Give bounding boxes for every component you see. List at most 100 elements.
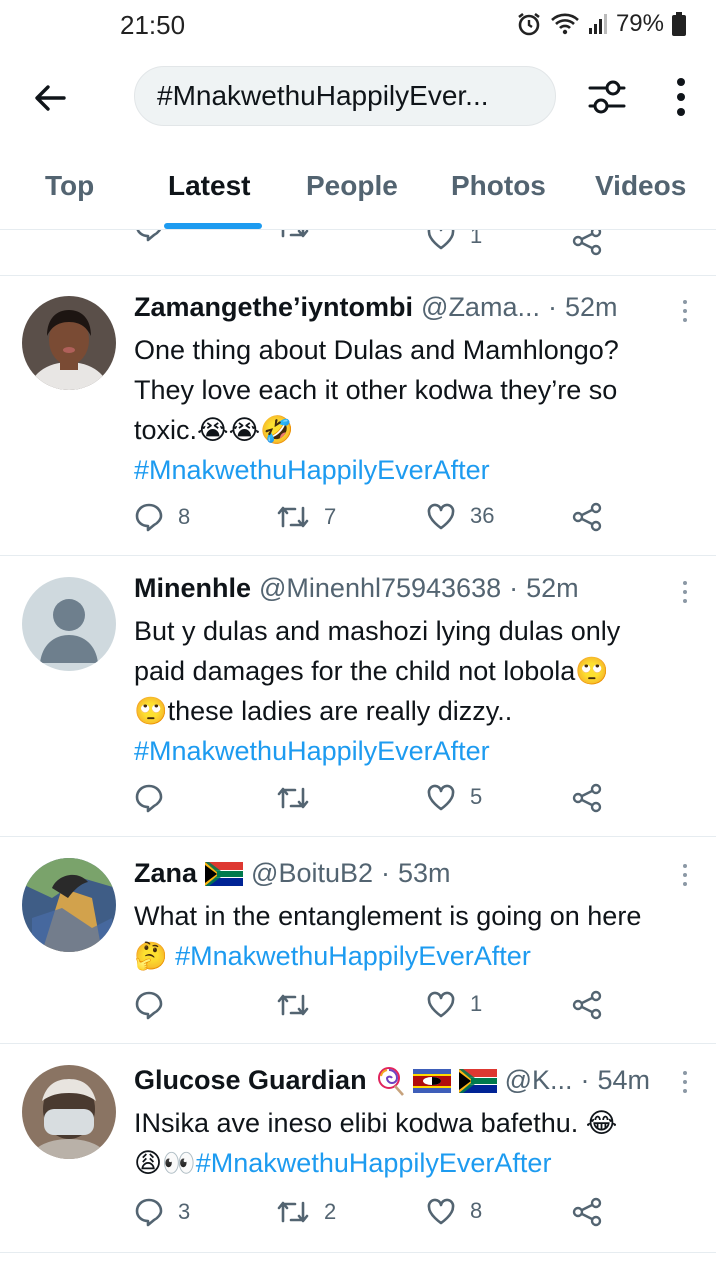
search-input[interactable]: #MnakwethuHappilyEver... [134, 66, 556, 126]
tweet-line: toxic.😭😭🤣 [134, 415, 294, 445]
tab-people[interactable]: People [306, 170, 398, 202]
tweet-line: INsika ave ineso elibi kodwa bafethu. 😂 [134, 1108, 618, 1138]
tweet-line: 😩👀 [134, 1148, 196, 1178]
share-button[interactable] [572, 1197, 602, 1227]
reply-button[interactable] [134, 230, 164, 247]
reply-button[interactable] [134, 990, 178, 1020]
tab-top[interactable]: Top [45, 170, 94, 202]
reply-button[interactable]: 3 [134, 1197, 190, 1227]
retweet-count: 7 [324, 504, 337, 529]
share-button[interactable] [572, 783, 602, 813]
tweet-card[interactable]: Minenhle @Minenhl75943638 · 52m But y du… [0, 557, 716, 837]
search-filter-button[interactable] [584, 74, 630, 120]
tweet-time[interactable]: 54m [597, 1065, 650, 1096]
like-button[interactable]: 1 [426, 230, 482, 250]
heart-icon [427, 1198, 455, 1225]
like-count: 36 [470, 503, 495, 528]
reply-button[interactable]: 8 [134, 502, 190, 532]
tweet-line-with-hashtag: 🤔 #MnakwethuHappilyEverAfter [134, 936, 704, 976]
retweet-button[interactable]: 7 [276, 502, 336, 532]
more-options-button[interactable] [664, 74, 698, 120]
share-icon [572, 1197, 602, 1227]
tab-photos[interactable]: Photos [451, 170, 546, 202]
alarm-icon [518, 12, 540, 36]
reply-bubble-icon [135, 1198, 163, 1227]
vertical-dots-icon [683, 864, 687, 886]
tweet-actions: 8 7 36 [134, 502, 704, 542]
share-icon [572, 230, 602, 256]
like-button[interactable]: 36 [426, 502, 494, 530]
retweet-icon [277, 506, 309, 528]
signal-icon [588, 14, 607, 34]
display-name[interactable]: Minenhle [134, 573, 251, 604]
tweet-menu-button[interactable] [679, 298, 691, 324]
retweet-button[interactable] [276, 783, 324, 813]
user-handle[interactable]: @Zama... [421, 292, 540, 323]
avatar[interactable] [22, 858, 116, 952]
heart-icon [427, 784, 455, 811]
user-photo [22, 1065, 116, 1159]
filter-sliders-icon [588, 80, 626, 114]
retweet-button[interactable]: 2 [276, 1197, 336, 1227]
like-button[interactable]: 5 [426, 783, 482, 811]
hashtag-link[interactable]: #MnakwethuHappilyEverAfter [134, 731, 704, 771]
share-button[interactable] [572, 502, 602, 532]
reply-button[interactable] [134, 783, 178, 813]
tab-latest[interactable]: Latest [168, 170, 250, 202]
back-button[interactable] [30, 78, 70, 118]
tweet-time[interactable]: 52m [526, 573, 579, 604]
tweet-card[interactable]: Zana @BoituB2 · 53m What in the entangle… [0, 838, 716, 1044]
south-africa-flag-icon [458, 1068, 497, 1093]
display-name[interactable]: Zana [134, 858, 197, 889]
like-count: 8 [470, 1198, 483, 1223]
display-name[interactable]: Glucose Guardian [134, 1065, 367, 1096]
tweet-menu-button[interactable] [679, 579, 691, 605]
like-button[interactable]: 8 [426, 1197, 482, 1225]
tweet-card[interactable]: Glucose Guardian @K... · 54m INsika ave … [0, 1045, 716, 1253]
tweet-time[interactable]: 53m [398, 858, 451, 889]
search-tabs: Top Latest People Photos Videos [0, 150, 716, 230]
hashtag-link[interactable]: #MnakwethuHappilyEverAfter [175, 941, 531, 971]
share-button[interactable] [572, 230, 602, 261]
active-tab-indicator [164, 223, 262, 229]
vertical-dots-icon [683, 581, 687, 603]
tweet-menu-button[interactable] [679, 1069, 691, 1095]
reply-count: 3 [178, 1199, 191, 1224]
status-bar: 21:50 79% [0, 0, 716, 48]
share-button[interactable] [572, 990, 602, 1020]
user-handle[interactable]: @Minenhl75943638 [259, 573, 501, 604]
tweet-header: Zana @BoituB2 · 53m [134, 858, 451, 889]
tweet-header: Glucose Guardian @K... · 54m [134, 1065, 650, 1096]
retweet-icon [277, 994, 309, 1016]
tweet-text: But y dulas and mashozi lying dulas only… [134, 611, 704, 771]
avatar[interactable] [22, 296, 116, 390]
vertical-dots-icon [683, 1071, 687, 1093]
hashtag-link[interactable]: #MnakwethuHappilyEverAfter [196, 1148, 552, 1178]
lollipop-icon [377, 1066, 404, 1096]
heart-icon [427, 503, 455, 530]
tweet-card[interactable]: Zamangethe’iyntombi @Zama... · 52m One t… [0, 276, 716, 556]
user-handle[interactable]: @K... [505, 1065, 573, 1096]
display-name[interactable]: Zamangethe’iyntombi [134, 292, 413, 323]
separator-dot: · [580, 1065, 590, 1095]
tweet-actions: 5 [134, 783, 704, 823]
tweet-text: One thing about Dulas and Mamhlongo? The… [134, 330, 704, 490]
tweet-menu-button[interactable] [679, 862, 691, 888]
user-handle[interactable]: @BoituB2 [251, 858, 373, 889]
reply-count: 8 [178, 504, 191, 529]
status-icons: 79% [516, 10, 686, 38]
tweet-line: One thing about Dulas and Mamhlongo? [134, 335, 619, 365]
avatar[interactable] [22, 1065, 116, 1159]
tweet-line: What in the entanglement is going on her… [134, 901, 642, 931]
retweet-button[interactable] [276, 990, 324, 1020]
retweet-button[interactable] [276, 230, 310, 247]
battery-percent: 79% [615, 10, 664, 37]
tweet-time[interactable]: 52m [565, 292, 618, 323]
default-avatar-icon [22, 577, 116, 671]
status-time: 21:50 [120, 10, 186, 40]
hashtag-link[interactable]: #MnakwethuHappilyEverAfter [134, 450, 704, 490]
like-button[interactable]: 1 [426, 990, 482, 1018]
tweet-line: 🙄these ladies are really dizzy.. [134, 696, 513, 726]
avatar[interactable] [22, 577, 116, 671]
tab-videos[interactable]: Videos [595, 170, 686, 202]
